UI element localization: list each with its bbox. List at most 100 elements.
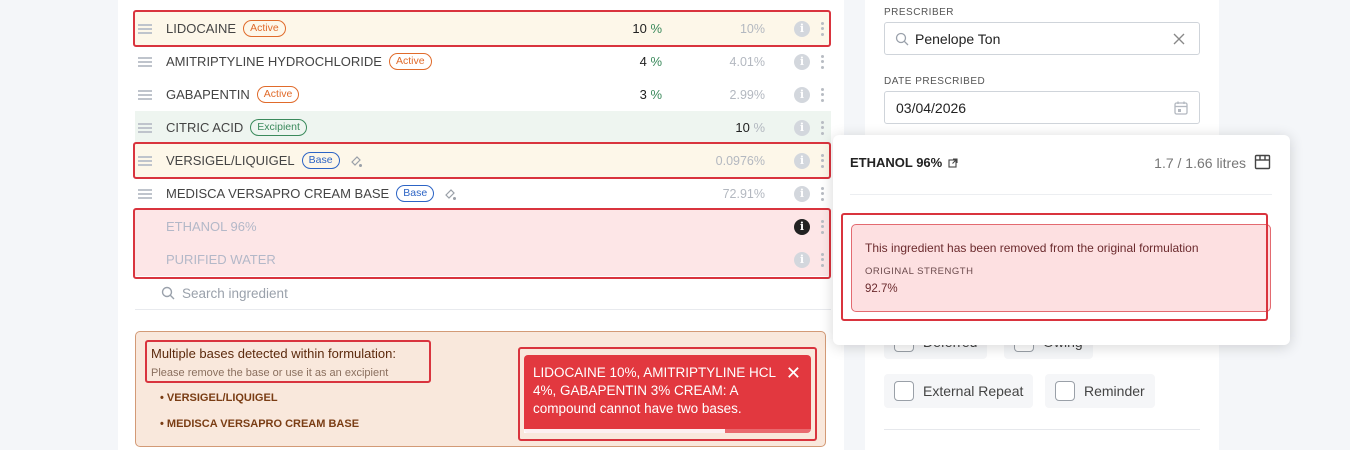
ingredient-popover: ETHANOL 96% 1.7 / 1.66 litres This ingre… [833,135,1290,345]
drag-handle-icon[interactable] [138,56,152,67]
checkbox[interactable] [894,381,914,401]
ingredient-strength[interactable]: 10 % [632,21,662,36]
ingredient-strength[interactable]: 3 % [640,87,662,102]
base-name: VERSIGEL/LIQUIGEL [166,392,278,404]
ingredient-name: CITRIC ACID [166,120,244,135]
ingredient-row[interactable]: LIDOCAINE Active 10 % 10% i [135,12,831,45]
ingredient-row[interactable]: MEDISCA VERSAPRO CREAM BASE Base 72.91% … [135,177,831,210]
ingredient-name: VERSIGEL/LIQUIGEL [166,153,295,168]
ingredient-name: MEDISCA VERSAPRO CREAM BASE [166,186,390,201]
drag-handle-icon[interactable] [138,23,152,34]
toast-progress-fill [524,429,725,433]
kebab-icon[interactable] [821,153,825,168]
strength-value: 10 [632,21,647,36]
external-link-icon[interactable] [948,157,958,168]
search-icon [161,286,175,300]
info-icon[interactable]: i [794,53,810,70]
toast-message: LIDOCAINE 10%, AMITRIPTYLINE HCL 4%, GAB… [533,365,776,416]
active-badge: Active [256,86,300,103]
popover-quantity: 1.7 / 1.66 litres [1154,155,1246,171]
info-icon[interactable]: i [794,86,810,103]
base-badge: Base [396,185,435,202]
ingredient-row[interactable]: GABAPENTIN Active 3 % 2.99% i [135,78,831,111]
ingredient-percentage: 0.0976% [715,153,765,168]
close-icon[interactable]: ✕ [786,364,801,382]
ingredient-name: AMITRIPTYLINE HYDROCHLORIDE [166,54,382,69]
strength-value: 4 [639,54,647,69]
kebab-icon[interactable] [821,87,825,102]
date-prescribed-label: DATE PRESCRIBED [884,76,986,87]
base-badge: Base [301,152,340,169]
date-prescribed-field[interactable]: 03/04/2026 [884,91,1200,124]
calendar-icon[interactable] [1173,100,1189,116]
search-ingredient-input[interactable] [182,285,482,301]
dropper-icon [350,155,362,167]
search-ingredient-row[interactable] [135,277,831,310]
info-icon[interactable]: i [794,251,810,268]
prescriber-label: PRESCRIBER [884,7,955,18]
ingredient-name: PURIFIED WATER [166,252,276,267]
kebab-icon[interactable] [821,186,825,201]
list-item: • VERSIGEL/LIQUIGEL [160,392,278,404]
warning-base-list: • VERSIGEL/LIQUIGEL • MEDISCA VERSAPRO C… [160,392,359,444]
original-strength-label: ORIGINAL STRENGTH [865,266,974,277]
active-badge: Active [243,20,286,37]
drag-handle-icon[interactable] [138,155,152,166]
info-icon[interactable]: i [794,20,810,37]
divider [850,194,1272,195]
info-icon[interactable]: i [794,218,810,235]
reminder-checkbox[interactable]: Reminder [1045,374,1155,408]
strength-unit: % [650,87,662,102]
ingredient-percentage: 4.01% [729,54,765,69]
ingredient-row[interactable]: CITRIC ACID Excipient 10 % i [135,111,831,144]
drag-handle-icon[interactable] [138,89,152,100]
removed-ingredient-row[interactable]: ETHANOL 96% i [135,210,831,243]
ingredient-strength[interactable]: 4 % [640,54,662,69]
kebab-icon[interactable] [821,54,825,69]
base-name: MEDISCA VERSAPRO CREAM BASE [166,418,360,430]
ingredient-percentage: 2.99% [729,87,765,102]
error-toast: LIDOCAINE 10%, AMITRIPTYLINE HCL 4%, GAB… [524,355,811,433]
drag-handle-icon[interactable] [138,122,152,133]
divider [884,429,1200,430]
ingredient-name: LIDOCAINE [166,21,237,36]
ingredient-row[interactable]: VERSIGEL/LIQUIGEL Base 0.0976% i [135,144,831,177]
popover-title[interactable]: ETHANOL 96% [850,155,958,170]
info-icon[interactable]: i [794,185,810,202]
close-icon[interactable] [1173,33,1185,45]
kebab-icon[interactable] [821,252,825,267]
original-strength-value: 92.7% [865,283,898,295]
removed-ingredient-alert: This ingredient has been removed from th… [851,224,1271,312]
prescriber-value: Penelope Ton [915,30,1001,47]
kebab-icon[interactable] [821,120,825,135]
ingredient-strength[interactable]: 10 % [735,120,765,135]
dropper-icon [445,188,457,200]
toast-progress [524,429,811,433]
info-icon[interactable]: i [794,152,810,169]
store-icon[interactable] [1254,154,1271,170]
search-icon [895,32,909,45]
kebab-icon[interactable] [821,219,825,234]
strength-unit: % [650,21,662,36]
kebab-icon[interactable] [821,21,825,36]
removed-ingredient-row[interactable]: PURIFIED WATER i [135,243,831,276]
ingredient-name: GABAPENTIN [166,87,250,102]
checkbox[interactable] [1055,381,1075,401]
strength-unit: % [650,54,662,69]
date-prescribed-value: 03/04/2026 [896,99,967,116]
ingredient-name: ETHANOL 96% [166,219,257,234]
external-repeat-checkbox[interactable]: External Repeat [884,374,1034,408]
strength-value: 3 [639,87,647,102]
list-item: • MEDISCA VERSAPRO CREAM BASE [160,418,360,430]
strength-value: 10 [735,120,750,135]
drag-handle-icon[interactable] [138,188,152,199]
warning-title: Multiple bases detected within formulati… [151,346,396,361]
strength-unit: % [753,120,765,135]
ingredient-row[interactable]: AMITRIPTYLINE HYDROCHLORIDE Active 4 % 4… [135,45,831,78]
checkbox-label: Reminder [1084,383,1145,399]
alert-message: This ingredient has been removed from th… [865,241,1199,255]
info-icon[interactable]: i [794,119,810,136]
popover-title-text: ETHANOL 96% [850,155,943,170]
prescriber-field[interactable]: Penelope Ton [884,22,1200,55]
checkbox-label: External Repeat [923,383,1024,399]
